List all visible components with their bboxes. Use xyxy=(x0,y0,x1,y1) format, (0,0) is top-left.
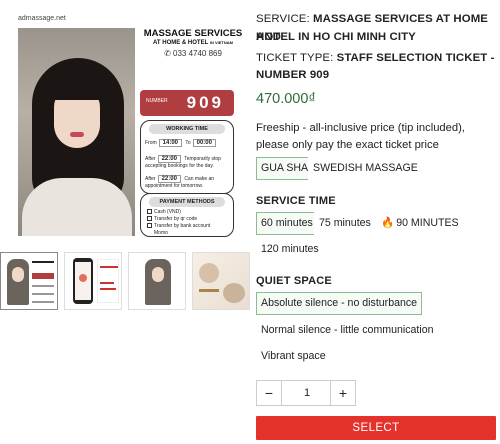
service-time-title: SERVICE TIME xyxy=(256,195,336,207)
quiet-space-title: QUIET SPACE xyxy=(256,275,332,287)
price: 470.000₫ xyxy=(256,91,316,107)
option-60-minutes[interactable]: 60 minutes xyxy=(256,212,318,235)
poster-title: MASSAGE SERVICES xyxy=(143,28,243,39)
thumbnail-1[interactable] xyxy=(0,252,58,310)
option-swedish-massage[interactable]: SWEDISH MASSAGE xyxy=(308,157,423,180)
working-time-card: WORKING TIME From 14:00 To 00:00 After 22:0… xyxy=(140,120,234,194)
option-absolute-silence[interactable]: Absolute silence - no disturbance xyxy=(256,292,423,315)
quantity-decrease-button[interactable]: − xyxy=(257,381,282,405)
thumbnail-3[interactable] xyxy=(128,252,186,310)
select-button[interactable]: SELECT xyxy=(256,416,496,440)
option-vibrant-space[interactable]: Vibrant space xyxy=(256,345,331,368)
staff-number-badge: NUMBER 909 xyxy=(140,90,234,116)
poster-phone: ✆ 033 4740 869 xyxy=(164,49,222,58)
quantity-increase-button[interactable]: + xyxy=(330,381,355,405)
working-time-heading: WORKING TIME xyxy=(149,124,225,134)
payment-heading: PAYMENT METHODS xyxy=(149,197,225,207)
poster-subtitle: AT HOME & HOTEL IN VIETNAM xyxy=(153,40,233,46)
option-120-minutes[interactable]: 120 minutes xyxy=(256,238,324,261)
staff-photo xyxy=(18,28,135,236)
quantity-input[interactable]: 1 xyxy=(283,381,331,405)
thumbnail-strip xyxy=(0,252,250,312)
option-75-minutes[interactable]: 75 minutes xyxy=(314,212,376,235)
payment-methods-card: PAYMENT METHODS Cash (VND) Transfer by q… xyxy=(140,193,234,237)
option-gua-sha[interactable]: GUA SHA xyxy=(256,157,314,180)
main-product-image[interactable]: admassage.net MASSAGE SERVICES AT HOME &… xyxy=(14,10,246,240)
fire-icon: 🔥 xyxy=(381,217,395,229)
thumbnail-2[interactable] xyxy=(64,252,122,310)
ticket-line-2: NUMBER 909 xyxy=(256,69,330,81)
service-line-2: HOTEL IN HO CHI MINH CITY xyxy=(256,31,416,43)
ticket-line-1: TICKET TYPE: STAFF SELECTION TICKET - xyxy=(256,52,495,64)
site-watermark: admassage.net xyxy=(18,15,66,22)
quantity-stepper: − 1 + xyxy=(256,380,356,406)
option-normal-silence[interactable]: Normal silence - little communication xyxy=(256,319,439,342)
price-note: Freeship - all-inclusive price (tip incl… xyxy=(256,122,465,151)
option-90-minutes[interactable]: 🔥 90 MINUTES xyxy=(376,212,464,235)
thumbnail-4[interactable] xyxy=(192,252,250,310)
